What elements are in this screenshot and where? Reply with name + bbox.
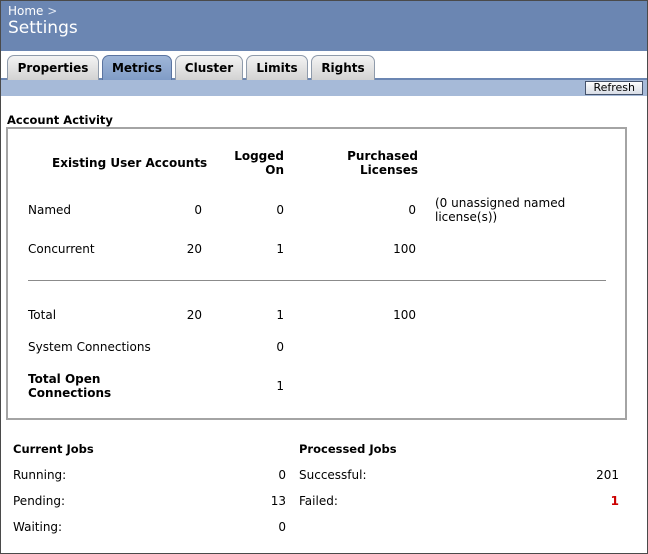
row-named-purchased: 0 bbox=[408, 203, 416, 217]
row-total-open-label-line2: Connections bbox=[28, 386, 112, 400]
running-value: 0 bbox=[278, 468, 286, 482]
tab-metrics[interactable]: Metrics bbox=[102, 55, 172, 81]
header-existing-user-accounts: Existing User Accounts bbox=[52, 156, 208, 170]
pending-label: Pending: bbox=[13, 494, 66, 508]
row-named-note-line1: (0 unassigned named bbox=[435, 196, 566, 210]
account-activity-title: Account Activity bbox=[7, 113, 113, 127]
row-concurrent-label: Concurrent bbox=[28, 242, 95, 256]
tab-properties[interactable]: Properties bbox=[7, 55, 99, 80]
page-header: Home > Settings bbox=[1, 1, 647, 51]
breadcrumb-home-link[interactable]: Home bbox=[8, 4, 43, 18]
waiting-label: Waiting: bbox=[13, 520, 63, 534]
row-concurrent-logged-on: 1 bbox=[276, 242, 284, 256]
failed-label: Failed: bbox=[299, 494, 338, 508]
successful-value: 201 bbox=[596, 468, 619, 482]
row-total-open-logged-on: 1 bbox=[276, 379, 284, 393]
tab-limits[interactable]: Limits bbox=[246, 55, 308, 80]
breadcrumb-separator: > bbox=[47, 4, 58, 18]
failed-value: 1 bbox=[610, 494, 619, 508]
account-activity-panel: Existing User Accounts Logged On Purchas… bbox=[6, 127, 627, 420]
settings-window: Home > Settings Properties Metrics Clust… bbox=[0, 0, 648, 554]
row-concurrent-purchased: 100 bbox=[393, 242, 416, 256]
running-label: Running: bbox=[13, 468, 67, 482]
row-total-existing: 20 bbox=[186, 308, 202, 322]
waiting-value: 0 bbox=[278, 520, 286, 534]
row-named-label: Named bbox=[28, 203, 72, 217]
row-total-purchased: 100 bbox=[393, 308, 416, 322]
row-total-label: Total bbox=[28, 308, 57, 322]
tab-cluster[interactable]: Cluster bbox=[175, 55, 243, 80]
row-concurrent-existing: 20 bbox=[186, 242, 202, 256]
pending-value: 13 bbox=[270, 494, 286, 508]
header-purchased-line2: Licenses bbox=[360, 163, 418, 177]
row-named-logged-on: 0 bbox=[276, 203, 284, 217]
tab-bar: Properties Metrics Cluster Limits Rights bbox=[1, 51, 647, 81]
breadcrumb: Home > bbox=[8, 4, 57, 18]
row-system-connections-label: System Connections bbox=[28, 340, 151, 354]
processed-jobs-title: Processed Jobs bbox=[299, 442, 397, 456]
row-named-existing: 0 bbox=[194, 203, 202, 217]
header-logged-on-line2: On bbox=[265, 163, 284, 177]
totals-divider bbox=[28, 280, 606, 281]
refresh-button[interactable]: Refresh bbox=[585, 81, 643, 95]
row-system-connections-logged-on: 0 bbox=[276, 340, 284, 354]
row-total-logged-on: 1 bbox=[276, 308, 284, 322]
current-jobs-title: Current Jobs bbox=[13, 442, 94, 456]
tab-rights[interactable]: Rights bbox=[311, 55, 375, 80]
successful-label: Successful: bbox=[299, 468, 367, 482]
header-purchased-line1: Purchased bbox=[347, 149, 418, 163]
row-total-open-label-line1: Total Open bbox=[28, 372, 101, 386]
row-named-note-line2: license(s)) bbox=[435, 210, 498, 224]
toolbar: Refresh bbox=[1, 80, 647, 96]
header-logged-on-line1: Logged bbox=[234, 149, 284, 163]
page-title: Settings bbox=[8, 18, 78, 38]
